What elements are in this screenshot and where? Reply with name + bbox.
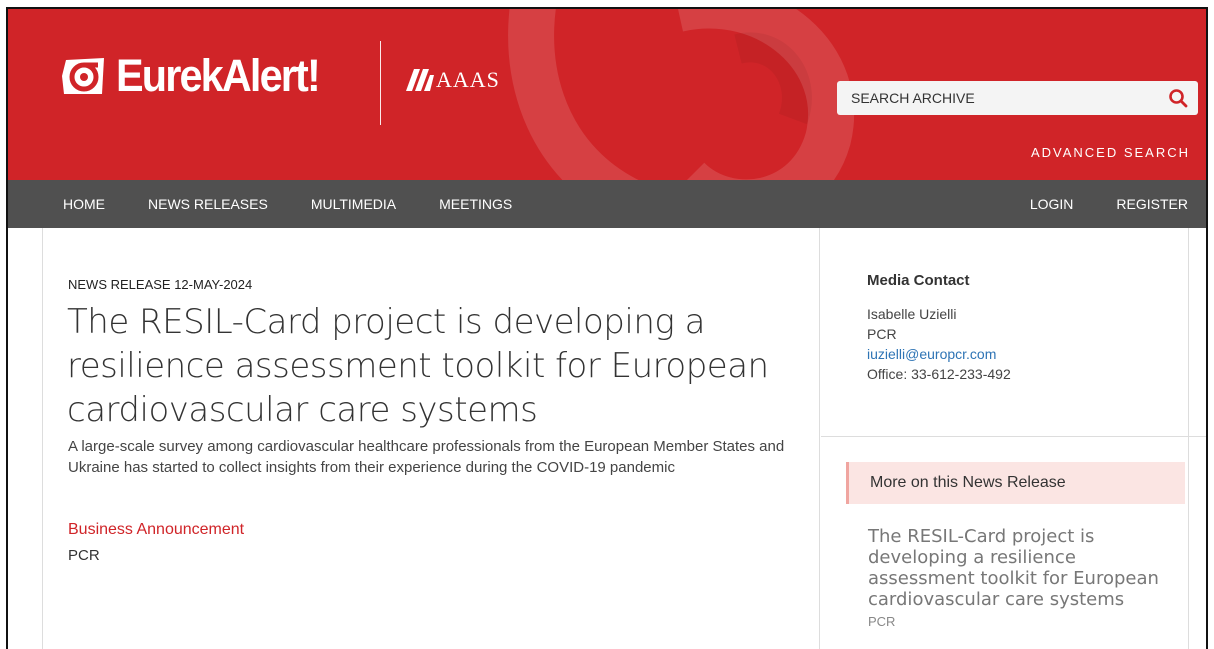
article-subhead: A large-scale survey among cardiovascula… — [68, 438, 785, 476]
contact-phone: Office: 33-612-233-492 — [867, 366, 1011, 382]
nav-item-multimedia[interactable]: MULTIMEDIA — [311, 196, 396, 212]
logo-wordmark: EurekAlert! — [116, 50, 321, 101]
article-column: NEWS RELEASE 12-MAY-2024 The RESIL-Card … — [42, 228, 820, 649]
nav-item-home[interactable]: HOME — [63, 196, 105, 212]
nav-left: HOME NEWS RELEASES MULTIMEDIA MEETINGS — [63, 196, 512, 212]
aaas-logo[interactable]: AAAS — [406, 67, 500, 93]
advanced-search-link[interactable]: ADVANCED SEARCH — [1031, 145, 1190, 160]
aaas-wordmark: AAAS — [436, 67, 500, 92]
more-release-org: PCR — [868, 614, 896, 629]
sidebar-divider — [821, 436, 1206, 437]
eurekalert-swirl-icon — [62, 57, 104, 94]
contact-name: Isabelle Uzielli — [867, 306, 957, 322]
release-date-label: NEWS RELEASE 12-MAY-2024 — [68, 277, 253, 292]
sidebar-rule — [1188, 228, 1189, 649]
nav-item-meetings[interactable]: MEETINGS — [439, 196, 512, 212]
article-category-link[interactable]: Business Announcement — [68, 521, 244, 539]
search-icon[interactable] — [1168, 88, 1188, 108]
search-archive-box — [837, 81, 1198, 115]
contact-email-link[interactable]: iuzielli@europcr.com — [867, 346, 996, 362]
media-contact-heading: Media Contact — [867, 272, 970, 289]
eurekalert-logo[interactable]: EurekAlert! — [58, 53, 337, 98]
logo-divider — [380, 41, 381, 125]
search-input[interactable] — [851, 90, 1151, 106]
article-headline: The RESIL-Card project is developing a r… — [67, 302, 769, 430]
nav-item-login[interactable]: LOGIN — [1030, 196, 1074, 212]
more-on-release-heading: More on this News Release — [846, 462, 1185, 504]
article-organization: PCR — [68, 547, 100, 564]
page-content: NEWS RELEASE 12-MAY-2024 The RESIL-Card … — [42, 228, 1206, 649]
contact-org: PCR — [867, 326, 897, 342]
nav-right: LOGIN REGISTER — [1030, 196, 1188, 212]
aaas-mark-icon — [406, 69, 434, 91]
site-header: EurekAlert! AAAS ADVANCED SEARCH — [8, 9, 1206, 180]
media-contact-details: Isabelle Uzielli PCR iuzielli@europcr.co… — [867, 304, 1011, 384]
more-release-link[interactable]: The RESIL-Card project is developing a r… — [868, 526, 1188, 610]
nav-item-news-releases[interactable]: NEWS RELEASES — [148, 196, 268, 212]
main-nav: HOME NEWS RELEASES MULTIMEDIA MEETINGS L… — [8, 180, 1206, 228]
nav-item-register[interactable]: REGISTER — [1116, 196, 1188, 212]
sidebar: Media Contact Isabelle Uzielli PCR iuzie… — [821, 228, 1206, 649]
browser-frame: EurekAlert! AAAS ADVANCED SEARCH HOME NE… — [6, 7, 1208, 649]
